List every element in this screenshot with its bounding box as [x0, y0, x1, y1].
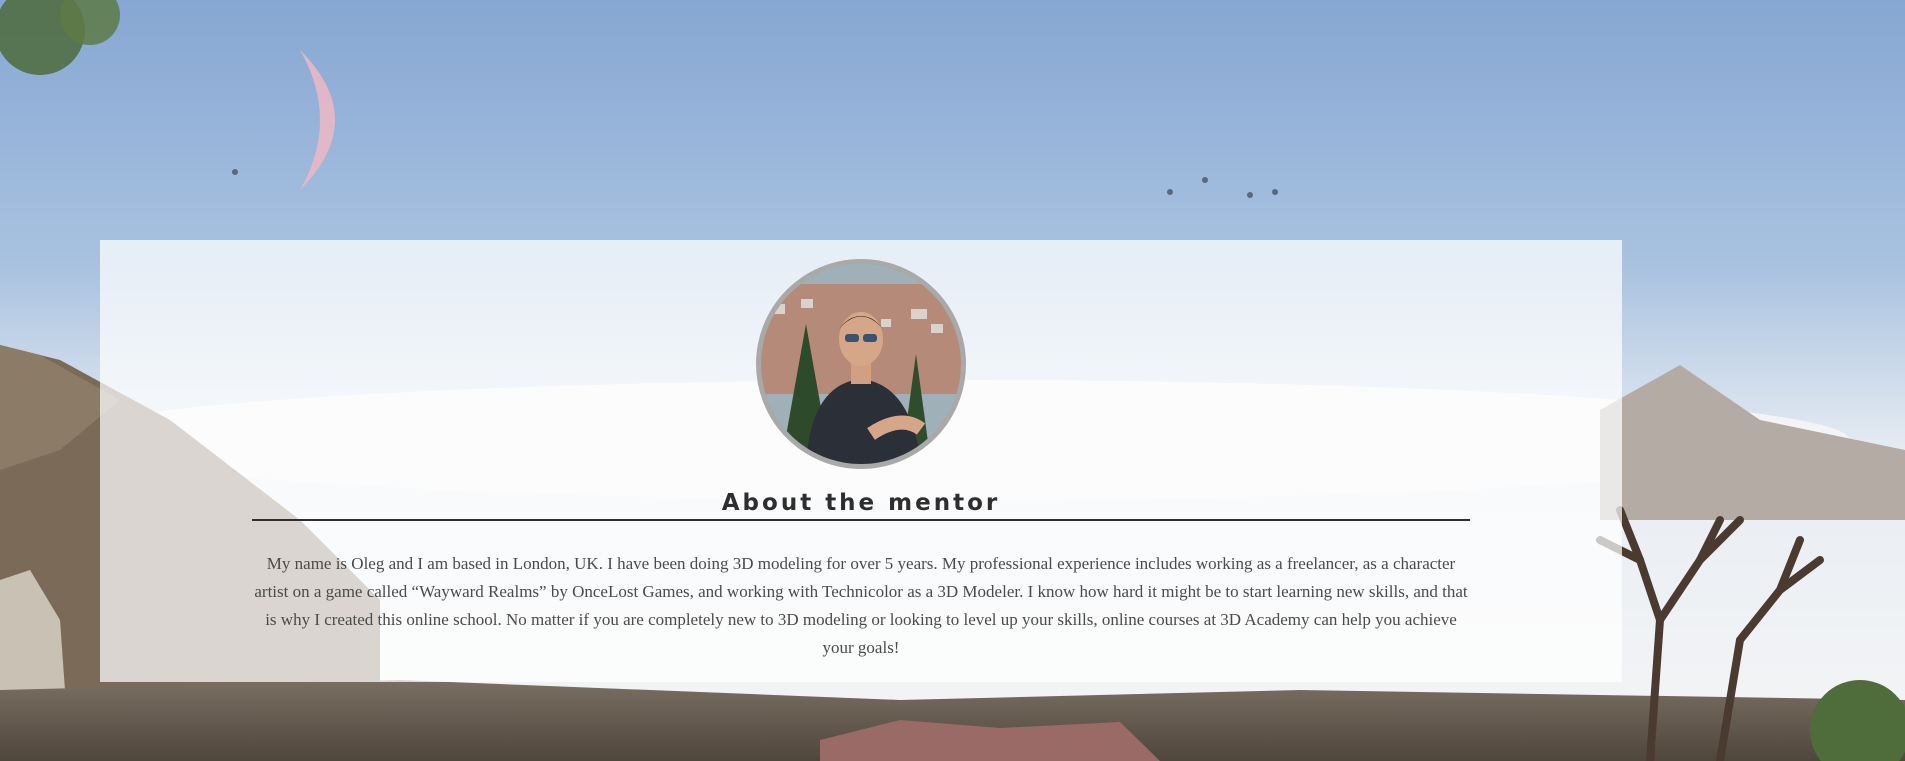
title-divider [252, 519, 1470, 521]
mentor-bio: My name is Oleg and I am based in London… [254, 554, 1468, 657]
mentor-photo-icon [761, 264, 961, 464]
section-title: About the mentor [721, 490, 1001, 516]
mentor-avatar [756, 259, 966, 469]
